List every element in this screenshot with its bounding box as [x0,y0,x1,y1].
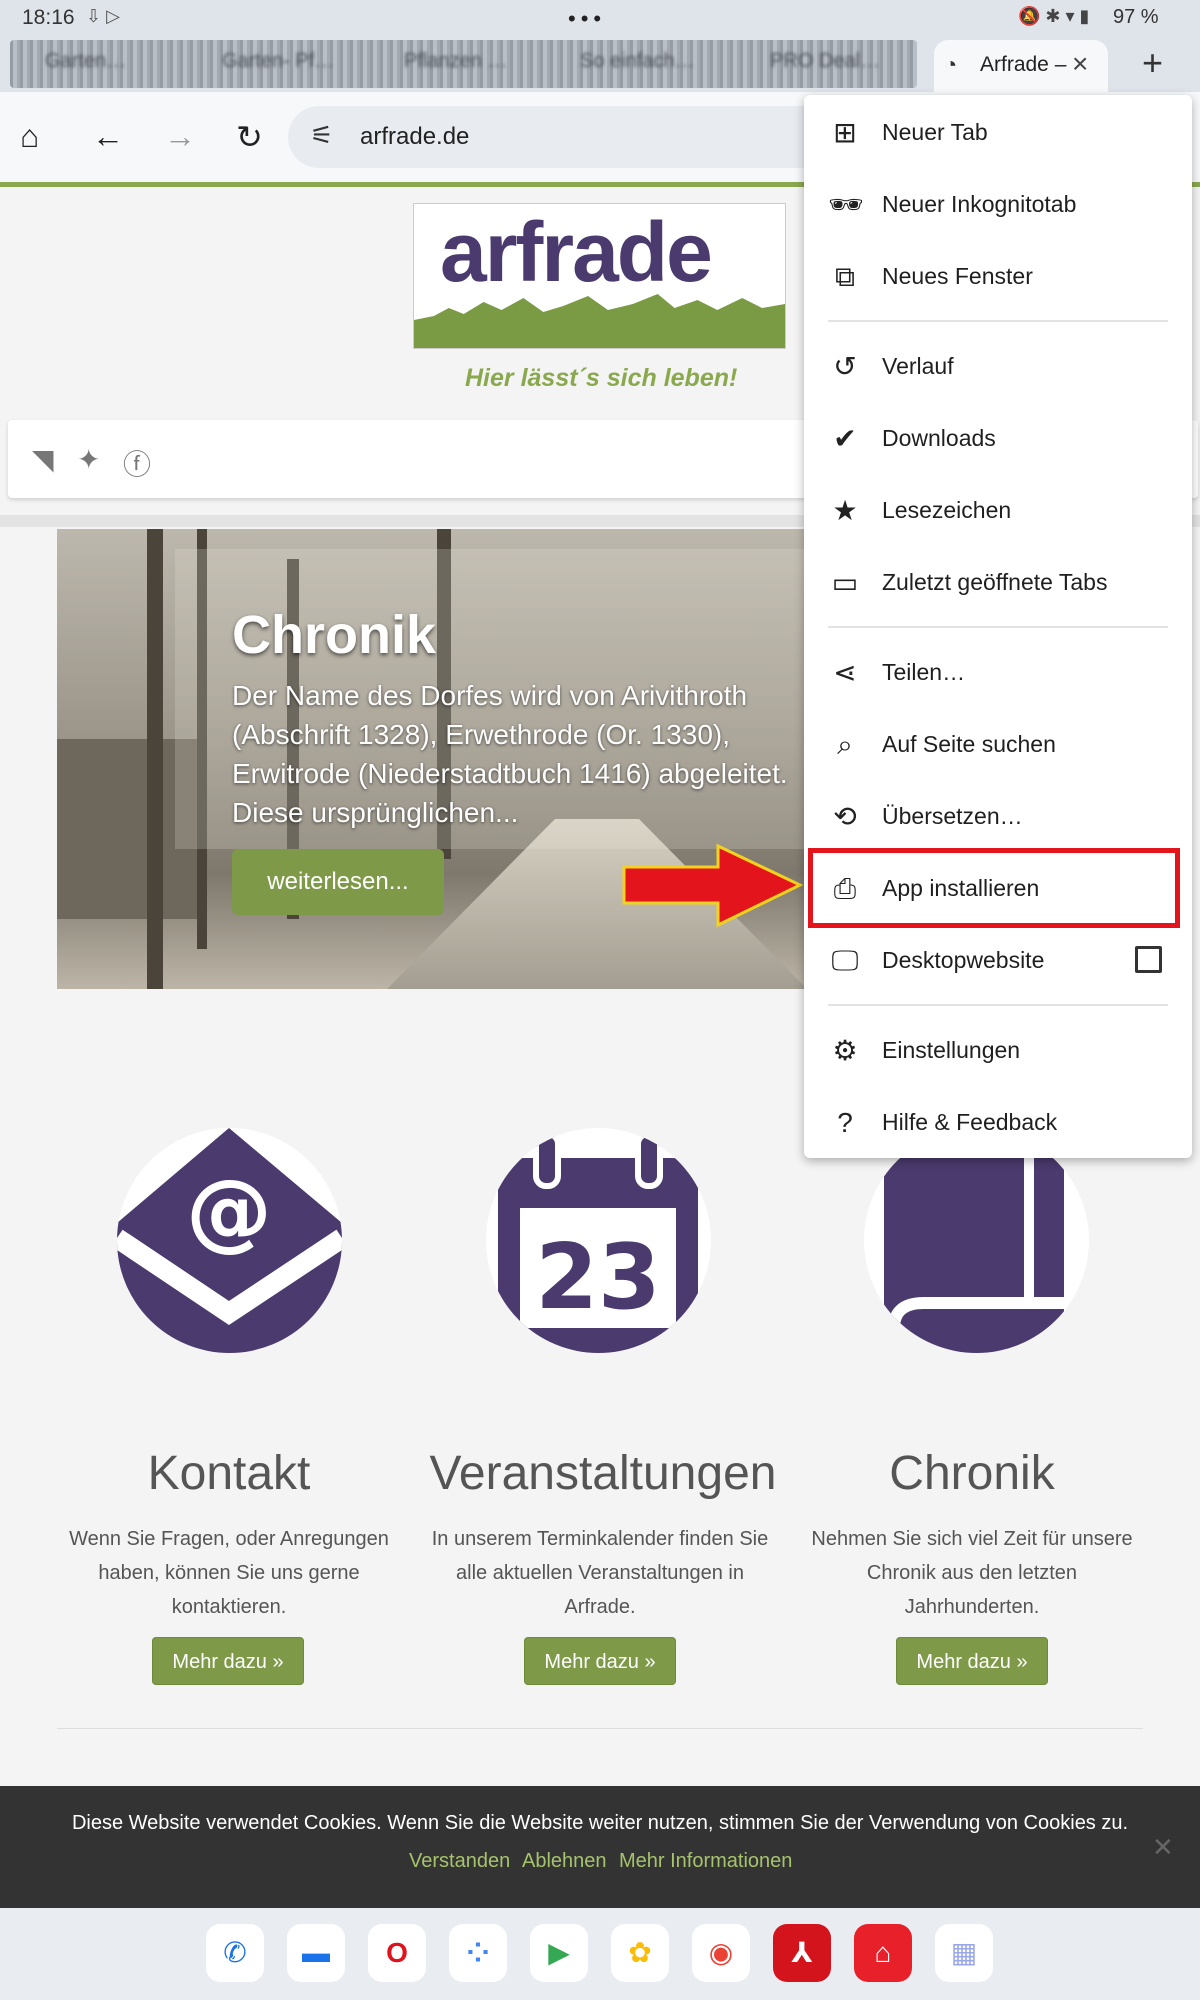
red-arrow-annotation [622,843,804,928]
site-tagline: Hier lässt´s sich leben! [465,364,738,392]
logo-landscape [414,294,785,348]
feature-text: In unserem Terminkalender finden Sie all… [431,1528,769,1618]
status-indicators: ⇩ ▷ [86,6,120,26]
menu-item-find-in-page[interactable]: ⌕ Auf Seite suchen [804,709,1192,781]
menu-item-help-feedback[interactable]: ? Hilfe & Feedback [804,1087,1192,1159]
history-icon: ↺ [833,351,857,382]
menu-item-downloads[interactable]: ✔ Downloads [804,403,1192,475]
forward-icon[interactable]: → [164,118,196,155]
translate-icon: ⟲ [833,801,857,832]
assistant-app-icon[interactable]: ⁘ [449,1924,507,1982]
menu-item-recent-tabs[interactable]: ▭ Zuletzt geöffnete Tabs [804,547,1192,619]
facebook-icon[interactable]: ⓕ [123,443,151,483]
tab-background[interactable]: Garten… [45,50,126,73]
new-tab-button[interactable]: + [1142,42,1163,84]
downloads-icon: ✔ [833,423,857,454]
play-store-app-icon[interactable]: ▶ [530,1924,588,1982]
events-more-button[interactable]: Mehr dazu » [524,1637,676,1685]
tab-background[interactable]: So einfach… [580,50,695,73]
content-divider [57,1728,1143,1729]
tab-background[interactable]: Pflanzen … [404,50,507,73]
cookie-decline-link[interactable]: Ablehnen [522,1850,607,1873]
feature-text: Nehmen Sie sich viel Zeit für unsere Chr… [811,1528,1133,1618]
cookie-message: Diese Website verwendet Cookies. Wenn Si… [71,1812,1129,1834]
read-more-button[interactable]: weiterlesen... [232,849,444,915]
messages-app-icon[interactable]: ▬ [287,1924,345,1982]
svg-text:@: @ [186,1161,272,1261]
new-window-icon: ⧉ [835,261,855,292]
active-tab-title: Arfrade – [980,53,1067,76]
menu-item-translate[interactable]: ⟲ Übersetzen… [804,781,1192,853]
book-icon [884,1128,1064,1353]
address-bar[interactable]: ⚟ arfrade.de [288,106,848,168]
site-favicon-icon: ◔ [944,52,958,77]
multitask-dots-icon[interactable]: ••• [568,6,606,32]
desktop-site-checkbox[interactable] [1135,946,1162,973]
help-icon: ? [837,1107,853,1138]
feature-title: Chronik [889,1447,1055,1500]
site-logo[interactable]: arfrade [413,203,786,349]
new-tab-icon: ⊞ [833,117,857,148]
calendar-icon: 23 [498,1131,698,1353]
chronicle-more-button[interactable]: Mehr dazu » [896,1637,1048,1685]
rss-icon[interactable]: ◥ [32,443,54,476]
install-app-highlight-box [808,848,1180,928]
twitter-icon[interactable]: ✦ [77,443,100,476]
menu-item-history[interactable]: ↺ Verlauf [804,331,1192,403]
reload-icon[interactable]: ↻ [236,118,263,156]
app-drawer-icon[interactable]: ▦ [935,1924,993,1982]
home-app-icon[interactable]: ⌂ [854,1924,912,1982]
url-text[interactable]: arfrade.de [360,123,469,151]
status-right-icons: 🔕 ✱ ▾ ▮ [1018,6,1090,26]
events-feature-icon[interactable]: 23 [486,1128,711,1353]
back-icon[interactable]: ← [92,118,124,155]
calendar-day-number: 23 [535,1225,660,1330]
close-icon[interactable]: ✕ [1152,1832,1174,1863]
chronicle-feature-icon[interactable] [864,1128,1089,1353]
tab-background[interactable]: Garten- Pf… [222,50,334,73]
feature-text: Wenn Sie Fragen, oder Anregungen haben, … [69,1528,389,1618]
hero-title: Chronik [232,605,437,665]
menu-item-bookmarks[interactable]: ★ Lesezeichen [804,475,1192,547]
logo-text: arfrade [440,205,713,299]
desktop-icon: 🖵 [831,945,859,976]
menu-item-share[interactable]: ⋖ Teilen… [804,637,1192,709]
phone-app-icon[interactable]: ✆ [206,1924,264,1982]
acrobat-app-icon[interactable]: ⅄ [773,1924,831,1982]
menu-item-desktop-site[interactable]: 🖵 Desktopwebsite [804,925,1192,997]
menu-item-new-window[interactable]: ⧉ Neues Fenster [804,241,1192,313]
battery-level: 97 % [1113,6,1159,28]
site-settings-icon[interactable]: ⚟ [310,120,333,151]
share-icon: ⋖ [833,657,857,688]
feature-title: Kontakt [147,1447,311,1500]
incognito-icon: 🕶 [828,189,864,220]
menu-divider [828,626,1168,628]
feature-title: Veranstaltungen [429,1447,777,1500]
menu-divider [828,320,1168,322]
contact-feature-icon[interactable]: @ [117,1128,342,1353]
menu-item-settings[interactable]: ⚙ Einstellungen [804,1015,1192,1087]
contact-more-button[interactable]: Mehr dazu » [152,1637,304,1685]
status-time: 18:16 [22,6,75,29]
find-in-page-icon: ⌕ [837,729,853,760]
menu-item-new-incognito-tab[interactable]: 🕶 Neuer Inkognitotab [804,169,1192,241]
cookie-more-info-link[interactable]: Mehr Informationen [619,1850,792,1873]
gear-icon: ⚙ [832,1035,858,1066]
tab-active[interactable]: ◔ Arfrade – × [934,40,1108,92]
cookie-accept-link[interactable]: Verstanden [409,1850,510,1873]
chrome-app-icon[interactable]: ◉ [692,1924,750,1982]
star-icon: ★ [832,495,858,526]
app-dock [0,1908,1200,2000]
menu-item-new-tab[interactable]: ⊞ Neuer Tab [804,97,1192,169]
devices-icon: ▭ [831,567,859,598]
tab-background[interactable]: PRO Deal… [770,50,880,73]
opera-app-icon[interactable]: O [368,1924,426,1982]
cookie-banner [0,1786,1200,1908]
hero-text: Der Name des Dorfes wird von Arivithroth… [232,680,788,828]
email-at-icon: @ [117,1128,342,1353]
home-icon[interactable]: ⌂ [20,118,39,155]
close-tab-icon[interactable]: × [1072,48,1088,80]
photos-app-icon[interactable]: ✿ [611,1924,669,1982]
menu-divider [828,1004,1168,1006]
